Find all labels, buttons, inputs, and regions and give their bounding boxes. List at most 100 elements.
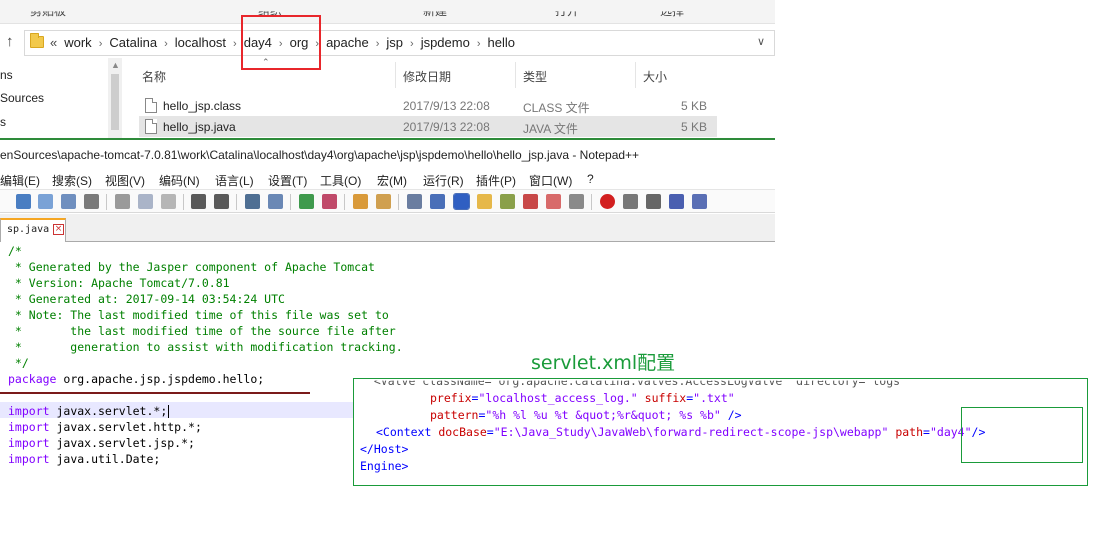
package-keyword: package [8,372,57,386]
column-header-modified[interactable]: 修改日期 [403,68,451,85]
import-name: java.util.Date; [49,452,161,466]
chevron-right-icon[interactable]: › [477,38,481,50]
code-comment-line: */ [8,356,29,370]
menu-run[interactable]: 运行(R) [423,172,464,189]
chevron-right-icon[interactable]: › [410,38,414,50]
undo-icon[interactable] [191,194,206,209]
xml-clipped-line: <Valve className="org.apache.catalina.va… [360,378,907,388]
ribbon-group-select: 选择 [660,4,685,18]
paste-icon[interactable] [161,194,176,209]
close-icon[interactable]: × [53,224,64,235]
sync-vertical-icon[interactable] [353,194,368,209]
menu-help[interactable]: ? [587,172,594,186]
column-header-size[interactable]: 大小 [643,68,667,85]
xml-attr-pattern: pattern [430,408,479,422]
tab-label: sp.java [7,224,50,235]
scrollbar-thumb[interactable] [111,74,119,130]
import-name: javax.servlet.http.*; [49,420,202,434]
folder-workspace-icon[interactable] [546,194,561,209]
menu-language[interactable]: 语言(L) [215,172,254,189]
menu-search[interactable]: 搜索(S) [52,172,92,189]
xml-tag-end: /> [720,408,742,422]
monitor-icon[interactable] [569,194,584,209]
stop-macro-icon[interactable] [623,194,638,209]
replace-icon[interactable] [268,194,283,209]
file-row[interactable]: hello_jsp.java 2017/9/13 22:08 JAVA 文件 5… [139,116,717,137]
find-icon[interactable] [245,194,260,209]
indent-guide-icon[interactable] [453,193,470,210]
cut-icon[interactable] [115,194,130,209]
menu-window[interactable]: 窗口(W) [529,172,572,189]
chevron-right-icon[interactable]: › [376,38,380,50]
chevron-right-icon[interactable]: › [164,38,168,50]
save-icon[interactable] [61,194,76,209]
menu-view[interactable]: 视图(V) [105,172,145,189]
toolbar-separator [183,194,184,210]
zoom-in-icon[interactable] [299,194,314,209]
user-lang-icon[interactable] [477,194,492,209]
file-size: 5 KB [681,120,708,134]
breadcrumb-apache[interactable]: apache [326,35,369,50]
npp-toolbar [0,189,775,213]
column-header-type[interactable]: 类型 [523,68,547,85]
ribbon-group-clipboard: 剪贴板 [30,4,67,18]
file-row[interactable]: hello_jsp.class 2017/9/13 22:08 CLASS 文件… [139,95,717,116]
menu-tools[interactable]: 工具(O) [320,172,361,189]
redo-icon[interactable] [214,194,229,209]
window-title: enSources\apache-tomcat-7.0.81\work\Cata… [0,148,640,162]
record-macro-icon[interactable] [600,194,615,209]
nav-item[interactable]: Sources [0,91,44,105]
menu-plugins[interactable]: 插件(P) [476,172,516,189]
toolbar-separator [344,194,345,210]
copy-icon[interactable] [138,194,153,209]
column-divider[interactable] [515,62,516,88]
code-import-line: import java.util.Date; [8,451,160,467]
chevron-right-icon[interactable]: › [233,38,237,50]
xml-context-tag: <Context [376,425,432,439]
file-name: hello_jsp.java [163,120,236,134]
import-keyword: import [8,436,50,450]
breadcrumb-localhost[interactable]: localhost [175,35,226,50]
save-macro-icon[interactable] [692,194,707,209]
file-type: JAVA 文件 [523,122,578,136]
run-macro-multiple-icon[interactable] [669,194,684,209]
breadcrumb-jspdemo[interactable]: jspdemo [421,35,470,50]
tab-hello-jsp-java[interactable]: sp.java × [0,218,66,242]
doc-map-icon[interactable] [500,194,515,209]
xml-attr-prefix: prefix [430,391,472,405]
breadcrumb-catalina[interactable]: Catalina [109,35,157,50]
chevron-down-icon[interactable]: ∨ [757,35,765,48]
nav-item[interactable]: s [0,115,6,129]
play-macro-icon[interactable] [646,194,661,209]
code-import-line: import javax.servlet.*; [8,403,170,419]
sync-horizontal-icon[interactable] [376,194,391,209]
import-name: javax.servlet.jsp.*; [49,436,195,450]
column-divider[interactable] [395,62,396,88]
menu-macro[interactable]: 宏(M) [377,172,407,189]
file-type: CLASS 文件 [523,101,590,115]
column-divider[interactable] [635,62,636,88]
open-file-icon[interactable] [38,194,53,209]
breadcrumb-jsp[interactable]: jsp [386,35,403,50]
breadcrumb-work[interactable]: work [64,35,91,50]
chevron-right-icon[interactable]: › [99,38,103,50]
address-bar[interactable]: ↑ «work › Catalina › localhost › day4 › org › apac… [0,30,775,56]
scroll-up-icon[interactable]: ▲ [111,60,120,70]
zoom-out-icon[interactable] [322,194,337,209]
up-arrow-icon[interactable]: ↑ [6,34,14,50]
navigation-scrollbar[interactable]: ▲ [108,58,122,138]
breadcrumb-overflow[interactable]: « [50,35,57,50]
new-file-icon[interactable] [16,194,31,209]
xml-attr-docbase: docBase [438,425,487,439]
nav-item[interactable]: ns [0,68,13,82]
show-all-chars-icon[interactable] [430,194,445,209]
column-header-name[interactable]: 名称 [142,68,166,85]
breadcrumb-hello[interactable]: hello [488,35,515,50]
function-list-icon[interactable] [523,194,538,209]
xml-prefix-line: prefix="localhost_access_log." suffix=".… [430,391,735,405]
menu-edit[interactable]: 编辑(E) [0,172,40,189]
menu-encoding[interactable]: 编码(N) [159,172,200,189]
menu-settings[interactable]: 设置(T) [268,172,307,189]
word-wrap-icon[interactable] [407,194,422,209]
print-icon[interactable] [84,194,99,209]
